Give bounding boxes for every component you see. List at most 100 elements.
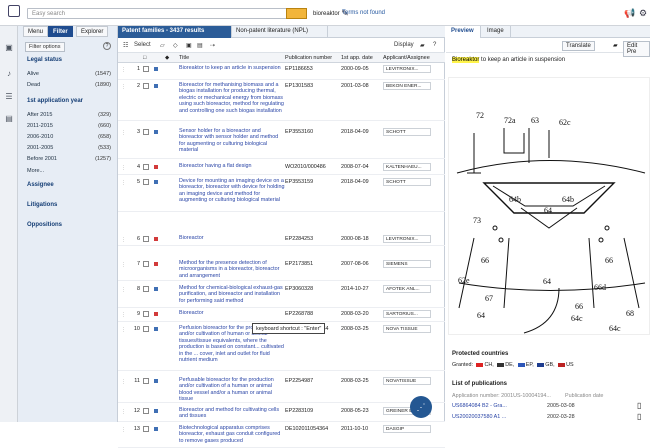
row-checkbox[interactable] bbox=[143, 326, 149, 332]
select-all-checkbox[interactable]: □ bbox=[143, 55, 146, 61]
status-header-icon: ◆ bbox=[165, 55, 170, 61]
filter-dead[interactable]: Dead (1890) bbox=[27, 82, 111, 88]
table-row[interactable]: ⋮ 9 Bioreactor EP2268788 2008-03-20 SARTORIUS… bbox=[118, 309, 445, 322]
status-icon bbox=[154, 180, 158, 184]
list-icon[interactable]: ☰ bbox=[4, 92, 14, 102]
row-checkbox[interactable] bbox=[143, 426, 149, 432]
tab-patent-families[interactable]: Patent families - 3437 results bbox=[118, 26, 232, 38]
highlighted-term: Bioreaktor bbox=[452, 57, 480, 63]
copy-icon[interactable]: ▣ bbox=[186, 42, 192, 49]
table-row[interactable]: ⋮ 2 Bioreactor for methanising biomass and… bbox=[118, 81, 445, 121]
table-row[interactable]: ⋮ 8 Method for chemical-biological exhaust… bbox=[118, 284, 445, 308]
row-checkbox[interactable] bbox=[143, 179, 149, 185]
drawing-label: 72 bbox=[476, 111, 484, 120]
export-icon[interactable]: ▤ bbox=[197, 42, 203, 49]
share-icon[interactable]: ⇢ bbox=[210, 42, 215, 49]
row-checkbox[interactable] bbox=[143, 311, 149, 317]
applicant-header[interactable]: Applicant/Assignee bbox=[383, 55, 430, 61]
app-logo-icon bbox=[8, 5, 20, 17]
row-checkbox[interactable] bbox=[143, 378, 149, 384]
filter-2006-2010[interactable]: 2006-2010 (658) bbox=[27, 134, 111, 140]
search-button[interactable] bbox=[286, 8, 307, 19]
oppositions-heading[interactable]: Oppositions bbox=[27, 222, 62, 228]
tag-icon[interactable]: ◇ bbox=[173, 42, 178, 49]
preview-title: Bioreaktor to keep an article in suspens… bbox=[452, 57, 646, 64]
filter-after-2015[interactable]: After 2015 (329) bbox=[27, 112, 111, 118]
row-checkbox[interactable] bbox=[143, 408, 149, 414]
help-icon[interactable]: ? bbox=[103, 42, 111, 50]
tab-preview[interactable]: Preview bbox=[446, 26, 481, 38]
filter-before-2001[interactable]: Before 2001 (1257) bbox=[27, 156, 111, 162]
alerts-icon[interactable]: ♪ bbox=[4, 69, 14, 79]
print-icon[interactable]: ▰ bbox=[420, 42, 425, 49]
table-row[interactable]: ⋮ 7 Method for the presence detection of m… bbox=[118, 259, 445, 281]
table-row[interactable]: ⋮ 12 Bioreactor and method for cultivating… bbox=[118, 406, 445, 422]
title-header[interactable]: Title bbox=[179, 55, 189, 61]
protected-countries-heading: Protected countries bbox=[452, 351, 509, 357]
table-row[interactable]: ⋮ 13 Biotechnological apparatus comprises … bbox=[118, 424, 445, 448]
drawing-label: 64 bbox=[477, 311, 485, 320]
table-row[interactable]: ⋮ 1 Bioreaktor to keep an article in suspe… bbox=[118, 64, 445, 80]
status-icon bbox=[154, 130, 158, 134]
row-checkbox[interactable] bbox=[143, 286, 149, 292]
select-menu[interactable]: Select bbox=[134, 42, 151, 48]
table-row[interactable]: ⋮ 11 Perfusable bioreactor for the product… bbox=[118, 376, 445, 403]
tab-explorer[interactable]: Explorer bbox=[76, 26, 109, 37]
tab-image[interactable]: Image bbox=[482, 26, 511, 38]
drawing-label: 64b bbox=[509, 195, 521, 204]
folder-icon[interactable]: ▱ bbox=[160, 42, 165, 49]
row-checkbox[interactable] bbox=[143, 66, 149, 72]
print-icon[interactable]: ▰ bbox=[610, 41, 621, 50]
pdf-icon[interactable]: ▯ bbox=[637, 401, 641, 410]
display-menu[interactable]: Display bbox=[394, 42, 414, 48]
table-row[interactable]: ⋮ 5 Device for mounting an imaging device … bbox=[118, 177, 445, 212]
pdf-icon[interactable]: ▯ bbox=[637, 412, 641, 421]
drawing-label: 67 bbox=[485, 294, 493, 303]
drawing-label: 66 bbox=[605, 256, 613, 265]
drawing-label: 62c bbox=[559, 118, 571, 127]
settings-icon[interactable]: ⚙ bbox=[638, 8, 648, 18]
bookmark-icon[interactable]: ▣ bbox=[4, 43, 14, 53]
translate-button[interactable]: Translate bbox=[562, 41, 595, 51]
row-checkbox[interactable] bbox=[143, 83, 149, 89]
first-app-date-header[interactable]: 1st app. date bbox=[341, 55, 373, 61]
granted-countries: Granted: CH, DE, EP, GB, US bbox=[452, 362, 574, 368]
edit-preview-button[interactable]: Edit Pre bbox=[623, 41, 650, 57]
tab-non-patent-literature[interactable]: Non-patent literature (NPL) bbox=[232, 26, 328, 38]
publication-application-number: Application number: 2001US-10004194... Pu… bbox=[452, 393, 604, 399]
filter-pane: Menu Filter Explorer Filter options ? Le… bbox=[18, 26, 118, 422]
document-icon[interactable]: ▤ bbox=[4, 114, 14, 124]
easy-search-input[interactable]: Easy search bbox=[27, 8, 307, 19]
analytics-floating-button[interactable]: ⋰ bbox=[410, 396, 432, 418]
tab-filter[interactable]: Filter bbox=[48, 26, 73, 37]
result-tabs: Patent families - 3437 results Non-paten… bbox=[118, 26, 445, 38]
filter-options-button[interactable]: Filter options bbox=[25, 42, 65, 52]
row-checkbox[interactable] bbox=[143, 236, 149, 242]
row-checkbox[interactable] bbox=[143, 129, 149, 135]
preview-pane: Preview Image Translate ▰ Edit Pre Biore… bbox=[446, 26, 650, 422]
table-row[interactable]: ⋮ 3 Sensor holder for a bioreactor and bio… bbox=[118, 127, 445, 159]
table-row[interactable]: ⋮ 6 Bioreactor EP2284253 2000-08-18 LEVITRONI… bbox=[118, 234, 445, 246]
row-checkbox[interactable] bbox=[143, 164, 149, 170]
megaphone-icon[interactable]: 📢 bbox=[624, 8, 635, 18]
publication-number-header[interactable]: Publication number bbox=[285, 55, 332, 61]
drawing-label: 66d bbox=[594, 283, 606, 292]
more-link[interactable]: More... bbox=[27, 168, 111, 174]
drawing-label: 64b bbox=[562, 195, 574, 204]
patent-drawing-svg: 72 72a 63 62c 64b 64 64b 73 66 66 62e 67… bbox=[456, 111, 646, 334]
first-application-year-heading[interactable]: 1st application year bbox=[27, 98, 83, 104]
assignee-heading[interactable]: Assignee bbox=[27, 182, 54, 188]
litigations-heading[interactable]: Litigations bbox=[27, 202, 57, 208]
filter-alive[interactable]: Alive (1547) bbox=[27, 71, 111, 77]
terms-status: Terms not found bbox=[342, 10, 386, 16]
help-circle-icon[interactable]: ? bbox=[433, 42, 436, 48]
preview-tabs: Preview Image bbox=[446, 26, 650, 38]
row-checkbox[interactable] bbox=[143, 261, 149, 267]
legal-status-heading[interactable]: Legal status bbox=[27, 57, 62, 63]
list-view-icon[interactable]: ☷ bbox=[123, 42, 128, 49]
filter-2001-2005[interactable]: 2001-2005 (533) bbox=[27, 145, 111, 151]
filter-2011-2015[interactable]: 2011-2015 (660) bbox=[27, 123, 111, 129]
tab-menu[interactable]: Menu bbox=[23, 26, 49, 37]
table-row[interactable]: ⋮ 4 Bioreactor having a flat design WO2010/… bbox=[118, 162, 445, 175]
patent-drawing: 72 72a 63 62c 64b 64 64b 73 66 66 62e 67… bbox=[448, 77, 650, 335]
